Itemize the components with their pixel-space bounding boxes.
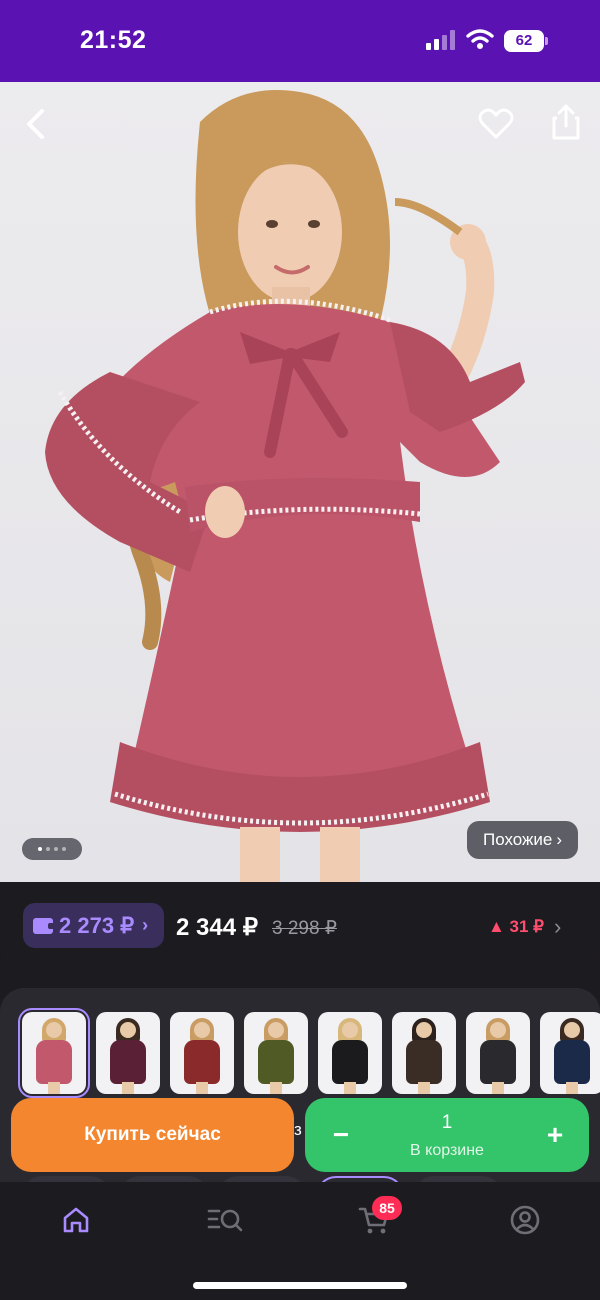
battery-icon: 62	[504, 30, 548, 52]
wifi-icon	[466, 29, 494, 49]
decrease-quantity-button[interactable]: −	[323, 1116, 359, 1154]
color-variant-thumbnail[interactable]	[466, 1012, 530, 1094]
chevron-right-icon[interactable]: ›	[554, 914, 561, 940]
chevron-right-icon: ›	[556, 830, 563, 849]
cart-count-badge: 85	[372, 1196, 402, 1220]
color-variant-thumbnail[interactable]	[318, 1012, 382, 1094]
color-variant-list	[18, 1008, 600, 1098]
cellular-signal-icon	[426, 30, 455, 50]
battery-level: 62	[504, 30, 544, 52]
color-variant-thumbnail[interactable]	[96, 1012, 160, 1094]
status-bar: 21:52 62	[0, 0, 600, 82]
cart-quantity: 1	[441, 1112, 453, 1133]
product-image-gallery[interactable]: Похожие ›	[0, 82, 600, 882]
favorite-heart-icon[interactable]	[476, 104, 516, 144]
price-bar: 2 273 ₽ › 2 344 ₽ 3 298 ₽ ▲ 31 ₽ ›	[0, 882, 600, 976]
chevron-right-icon: ›	[142, 915, 149, 935]
color-variant-thumbnail[interactable]	[18, 1008, 90, 1098]
similar-products-button[interactable]: Похожие ›	[467, 821, 578, 859]
in-cart-label: В корзине	[410, 1142, 484, 1159]
gallery-page-indicator	[22, 838, 82, 860]
price-change[interactable]: ▲ 31 ₽	[488, 917, 544, 937]
partially-hidden-text: з	[294, 1120, 302, 1139]
share-icon[interactable]	[546, 102, 586, 142]
cart-quantity-stepper: − 1 В корзине +	[305, 1098, 589, 1172]
status-time: 21:52	[80, 26, 147, 54]
increase-quantity-button[interactable]: +	[537, 1116, 573, 1154]
color-variant-thumbnail[interactable]	[244, 1012, 308, 1094]
nav-catalog-search-icon[interactable]	[203, 1200, 247, 1240]
similar-label: Похожие	[482, 830, 553, 849]
nav-profile-icon[interactable]	[503, 1200, 547, 1240]
wallet-price-button[interactable]: 2 273 ₽ ›	[23, 903, 164, 948]
color-variant-thumbnail[interactable]	[170, 1012, 234, 1094]
color-variant-thumbnail[interactable]	[392, 1012, 456, 1094]
old-price: 3 298 ₽	[272, 918, 337, 939]
buy-now-button[interactable]: Купить сейчас	[11, 1098, 294, 1172]
wallet-price: 2 273 ₽	[59, 912, 135, 938]
back-icon[interactable]	[16, 104, 56, 144]
color-variant-thumbnail[interactable]	[540, 1012, 600, 1094]
nav-home-icon[interactable]	[54, 1200, 98, 1240]
home-indicator	[193, 1282, 407, 1289]
product-photo	[45, 90, 525, 882]
wallet-icon	[33, 917, 55, 934]
current-price: 2 344 ₽	[176, 914, 258, 941]
